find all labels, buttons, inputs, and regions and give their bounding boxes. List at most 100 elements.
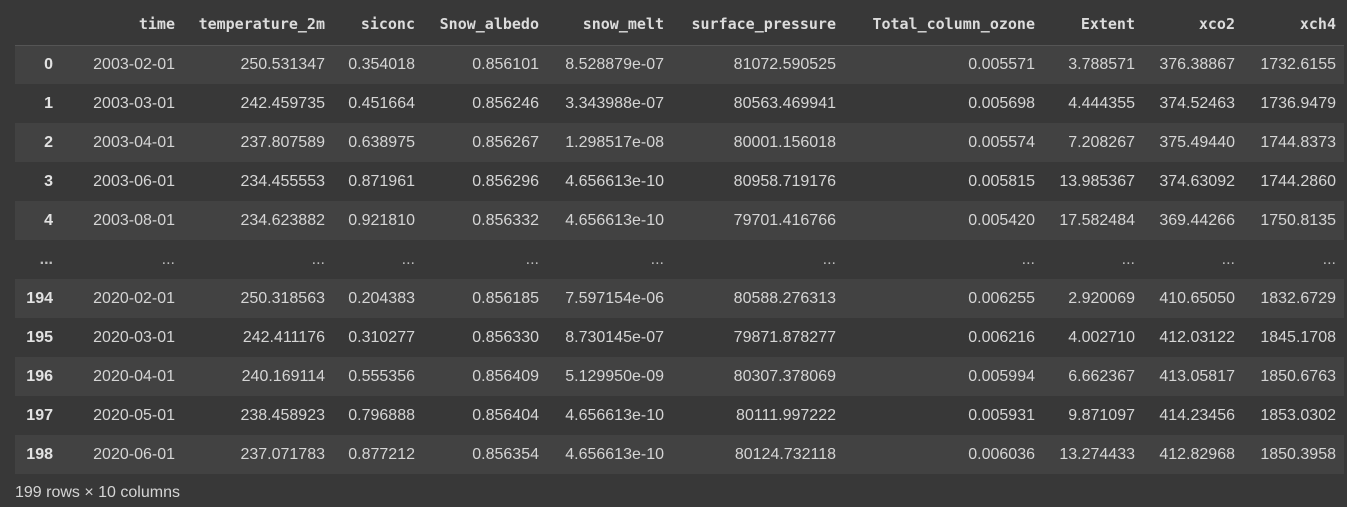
table-cell: 0.856332 [472, 211, 539, 229]
table-cell: ... [1322, 250, 1336, 268]
table-cell: 80124.732118 [734, 445, 836, 463]
table-cell: 2003-06-01 [93, 172, 175, 190]
table-cell: 410.65050 [1159, 289, 1235, 307]
table-cell: 7.597154e-06 [565, 289, 664, 307]
table-cell: 4.656613e-10 [565, 445, 664, 463]
column-header-xch4: xch4 [1243, 4, 1344, 46]
table-cell: 80958.719176 [733, 172, 836, 190]
column-header-snow-melt: snow_melt [547, 4, 672, 46]
row-index: ... [39, 250, 53, 268]
column-header-extent: Extent [1043, 4, 1143, 46]
table-row: 194 2020-02-01 250.318563 0.204383 0.856185 7… [15, 279, 1344, 318]
table-cell: ... [311, 250, 325, 268]
table-cell: 0.354018 [348, 55, 415, 73]
table-cell: 412.03122 [1159, 328, 1235, 346]
table-cell: 4.444355 [1068, 94, 1135, 112]
table-cell: 80111.997222 [736, 406, 836, 424]
table-cell: 0.856354 [472, 445, 539, 463]
table-cell: 374.52463 [1159, 94, 1235, 112]
table-cell: 5.129950e-09 [565, 367, 664, 385]
table-cell: ... [1021, 250, 1035, 268]
table-cell: 0.877212 [348, 445, 415, 463]
table-cell: 4.656613e-10 [565, 172, 664, 190]
table-cell: 3.788571 [1068, 55, 1135, 73]
table-cell: ... [161, 250, 175, 268]
table-cell: 1750.8135 [1260, 211, 1336, 229]
table-cell: 376.38867 [1159, 55, 1235, 73]
table-cell: 250.318563 [240, 289, 325, 307]
table-cell: 237.807589 [240, 133, 325, 151]
table-cell: 1832.6729 [1260, 289, 1336, 307]
dataframe-table: time temperature_2m siconc Snow_albedo s… [15, 4, 1344, 474]
table-cell: 375.49440 [1159, 133, 1235, 151]
table-cell: ... [1221, 250, 1235, 268]
table-cell: 4.002710 [1068, 328, 1135, 346]
table-cell: 0.856409 [472, 367, 539, 385]
table-cell: 79701.416766 [733, 211, 836, 229]
table-cell: 80563.469941 [733, 94, 836, 112]
table-cell: ... [525, 250, 539, 268]
column-header-snow-albedo: Snow_albedo [423, 4, 547, 46]
table-cell: 8.528879e-07 [565, 55, 664, 73]
table-cell: 0.005420 [968, 211, 1035, 229]
row-index: 195 [26, 328, 53, 346]
table-cell: 1.298517e-08 [565, 133, 664, 151]
table-cell: 4.656613e-10 [565, 211, 664, 229]
table-cell: 2003-02-01 [93, 55, 175, 73]
table-row: ................................. [15, 240, 1344, 279]
table-row: 195 2020-03-01 242.411176 0.310277 0.856330 8… [15, 318, 1344, 357]
table-cell: 0.856330 [472, 328, 539, 346]
table-cell: 0.555356 [348, 367, 415, 385]
table-cell: 1850.3958 [1260, 445, 1336, 463]
table-cell: ... [650, 250, 664, 268]
table-cell: 1845.1708 [1260, 328, 1336, 346]
column-header-time: time [61, 4, 183, 46]
table-cell: 0.204383 [348, 289, 415, 307]
table-cell: 13.985367 [1059, 172, 1135, 190]
table-cell: 13.274433 [1059, 445, 1135, 463]
table-cell: 2020-04-01 [93, 367, 175, 385]
table-row: 197 2020-05-01 238.458923 0.796888 0.856404 4… [15, 396, 1344, 435]
table-cell: 0.856404 [472, 406, 539, 424]
table-cell: 7.208267 [1068, 133, 1135, 151]
table-cell: 2020-02-01 [93, 289, 175, 307]
column-header-total-column-ozone: Total_column_ozone [844, 4, 1043, 46]
table-cell: 9.871097 [1068, 406, 1135, 424]
table-cell: 2003-04-01 [93, 133, 175, 151]
table-cell: 0.921810 [348, 211, 415, 229]
table-cell: 0.006255 [968, 289, 1035, 307]
table-row: 2 2003-04-01 237.807589 0.638975 0.856267 1.2… [15, 123, 1344, 162]
table-cell: 0.856267 [472, 133, 539, 151]
table-cell: 6.662367 [1068, 367, 1135, 385]
table-cell: 242.459735 [240, 94, 325, 112]
table-row: 0 2003-02-01 250.531347 0.354018 0.856101 8.5… [15, 45, 1344, 84]
table-cell: 0.871961 [348, 172, 415, 190]
table-cell: 250.531347 [240, 55, 325, 73]
table-cell: 80588.276313 [733, 289, 836, 307]
table-cell: 2.920069 [1068, 289, 1135, 307]
column-header-index [15, 4, 61, 46]
table-cell: 0.451664 [348, 94, 415, 112]
table-cell: 1744.2860 [1260, 172, 1336, 190]
column-header-xco2: xco2 [1143, 4, 1243, 46]
column-header-surface-pressure: surface_pressure [672, 4, 844, 46]
table-cell: 1850.6763 [1260, 367, 1336, 385]
table-row: 198 2020-06-01 237.071783 0.877212 0.856354 4… [15, 435, 1344, 474]
row-index: 198 [26, 445, 53, 463]
table-cell: ... [1121, 250, 1135, 268]
table-cell: 2020-06-01 [93, 445, 175, 463]
table-cell: 0.006036 [968, 445, 1035, 463]
table-cell: 3.343988e-07 [565, 94, 664, 112]
table-cell: 414.23456 [1159, 406, 1235, 424]
table-row: 196 2020-04-01 240.169114 0.555356 0.856409 5… [15, 357, 1344, 396]
table-cell: 412.82968 [1159, 445, 1235, 463]
row-index: 4 [44, 211, 53, 229]
table-cell: 0.856246 [472, 94, 539, 112]
table-cell: 2003-03-01 [93, 94, 175, 112]
table-cell: 0.310277 [348, 328, 415, 346]
table-cell: 374.63092 [1159, 172, 1235, 190]
row-index: 196 [26, 367, 53, 385]
table-cell: 2020-03-01 [93, 328, 175, 346]
row-index: 194 [26, 289, 53, 307]
table-cell: 81072.590525 [733, 55, 836, 73]
